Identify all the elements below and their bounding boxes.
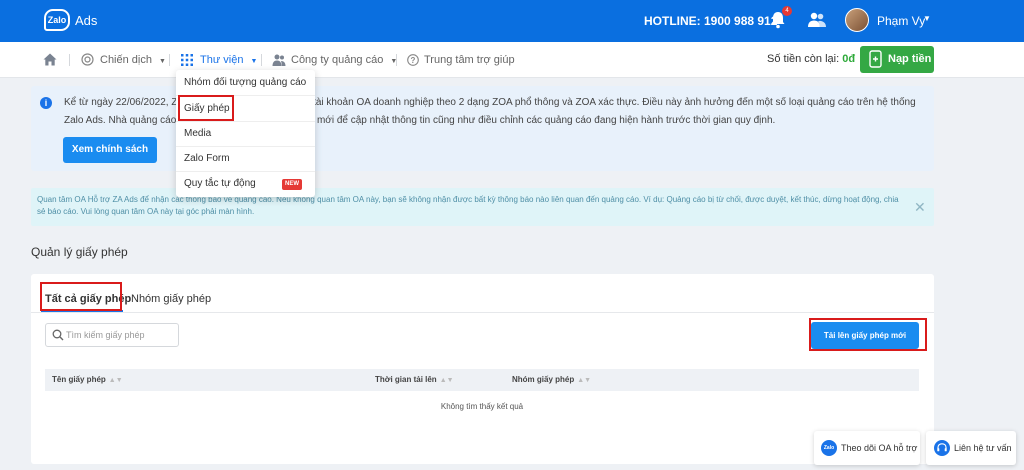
sort-icon: ▲▼ [108, 377, 123, 384]
tab-all-licenses[interactable]: Tất cả giấy phép [45, 289, 131, 309]
nav-label: Thư viện [200, 54, 244, 66]
menu-item-licenses[interactable]: Giấy phép [176, 96, 315, 122]
nav-item-campaigns[interactable]: Chiến dịch ▼ [81, 42, 166, 78]
search-box[interactable] [45, 323, 179, 347]
nav-divider [169, 54, 170, 66]
hotline-text: HOTLINE: 1900 988 912 [644, 14, 778, 28]
nav-label: Chiến dịch [100, 54, 152, 66]
username[interactable]: Phạm Vy [877, 14, 925, 28]
column-label: Thời gian tải lên [375, 375, 437, 384]
accounts-icon[interactable] [807, 11, 827, 29]
sort-icon: ▲▼ [439, 377, 454, 384]
balance: Số tiền còn lại: 0đ [767, 53, 855, 65]
column-label: Nhóm giấy phép [512, 375, 575, 384]
menu-item-label: Quy tắc tự động [184, 178, 256, 189]
library-dropdown-menu: Nhóm đối tượng quảng cáo Giấy phép Media… [176, 70, 315, 197]
phone-icon [869, 50, 882, 68]
home-icon[interactable] [43, 53, 57, 66]
product-name: Ads [75, 13, 98, 28]
nav-label: Trung tâm trợ giúp [424, 54, 515, 66]
menu-item-audience-groups[interactable]: Nhóm đối tượng quảng cáo [176, 70, 315, 96]
column-header-group[interactable]: Nhóm giấy phép ▲▼ [512, 369, 591, 391]
balance-value: 0đ [842, 53, 856, 65]
column-header-name[interactable]: Tên giấy phép ▲▼ [52, 369, 123, 391]
new-badge: NEW [282, 179, 302, 190]
close-icon[interactable]: ✕ [914, 199, 926, 216]
contact-consult-button[interactable]: Liên hệ tư vấn [926, 431, 1016, 465]
view-policy-button[interactable]: Xem chính sách [63, 137, 157, 163]
top-bar: Zalo Ads HOTLINE: 1900 988 912 4 Phạm Vy… [0, 0, 1024, 42]
upload-license-button[interactable]: Tải lên giấy phép mới [811, 322, 919, 349]
nav-divider [261, 54, 262, 66]
nav-item-help-center[interactable]: ? Trung tâm trợ giúp [407, 42, 515, 78]
menu-item-media[interactable]: Media [176, 121, 315, 147]
license-card: Tất cả giấy phép Nhóm giấy phép Tải lên … [31, 274, 934, 464]
company-icon [272, 54, 286, 66]
oa-follow-info: Quan tâm OA Hỗ trợ ZA Ads để nhận các th… [31, 188, 934, 226]
policy-notice: i Kể từ ngày 22/06/2022, Zalo Ads sẽ tri… [31, 86, 934, 171]
topup-label: Nạp tiền [888, 53, 932, 65]
zalo-logo[interactable]: Zalo [44, 9, 70, 31]
follow-oa-label: Theo dõi OA hỗ trợ [841, 443, 918, 453]
help-icon: ? [407, 54, 419, 66]
column-header-upload-time[interactable]: Thời gian tải lên ▲▼ [375, 369, 454, 391]
page-title: Quản lý giấy phép [31, 245, 128, 259]
follow-oa-button[interactable]: Zalo Theo dõi OA hỗ trợ [814, 431, 920, 465]
svg-text:?: ? [411, 56, 416, 65]
tab-divider [31, 312, 934, 313]
search-input[interactable] [66, 327, 176, 343]
avatar[interactable] [845, 8, 869, 32]
zalo-oa-icon: Zalo [821, 440, 837, 456]
headset-icon [934, 440, 950, 456]
empty-state: Không tìm thấy kết quả [440, 402, 524, 411]
search-icon [52, 329, 64, 341]
nav-divider [69, 54, 70, 66]
nav-label: Công ty quảng cáo [291, 54, 384, 66]
nav-bar: Chiến dịch ▼ Thư viện ▼ Công ty quảng cá… [0, 42, 1024, 78]
grid-icon [181, 54, 193, 66]
chevron-down-icon[interactable]: ▼ [923, 14, 931, 23]
chevron-down-icon: ▼ [159, 58, 166, 65]
nav-divider [396, 54, 397, 66]
chevron-down-icon: ▼ [250, 58, 258, 65]
sort-icon: ▲▼ [577, 377, 592, 384]
consult-label: Liên hệ tư vấn [954, 443, 1012, 453]
menu-item-automation-rules[interactable]: Quy tắc tự động NEW [176, 171, 315, 197]
target-icon [81, 53, 94, 66]
info-icon: i [40, 97, 52, 109]
table-header: Tên giấy phép ▲▼ Thời gian tải lên ▲▼ Nhóm… [45, 369, 919, 391]
info-text: Quan tâm OA Hỗ trợ ZA Ads để nhận các th… [37, 195, 899, 216]
tab-license-groups[interactable]: Nhóm giấy phép [131, 289, 211, 309]
column-label: Tên giấy phép [52, 375, 106, 384]
balance-label: Số tiền còn lại: [767, 53, 843, 65]
topup-button[interactable]: Nạp tiền [860, 46, 934, 73]
notification-badge: 4 [782, 6, 792, 16]
menu-item-zalo-form[interactable]: Zalo Form [176, 146, 315, 172]
